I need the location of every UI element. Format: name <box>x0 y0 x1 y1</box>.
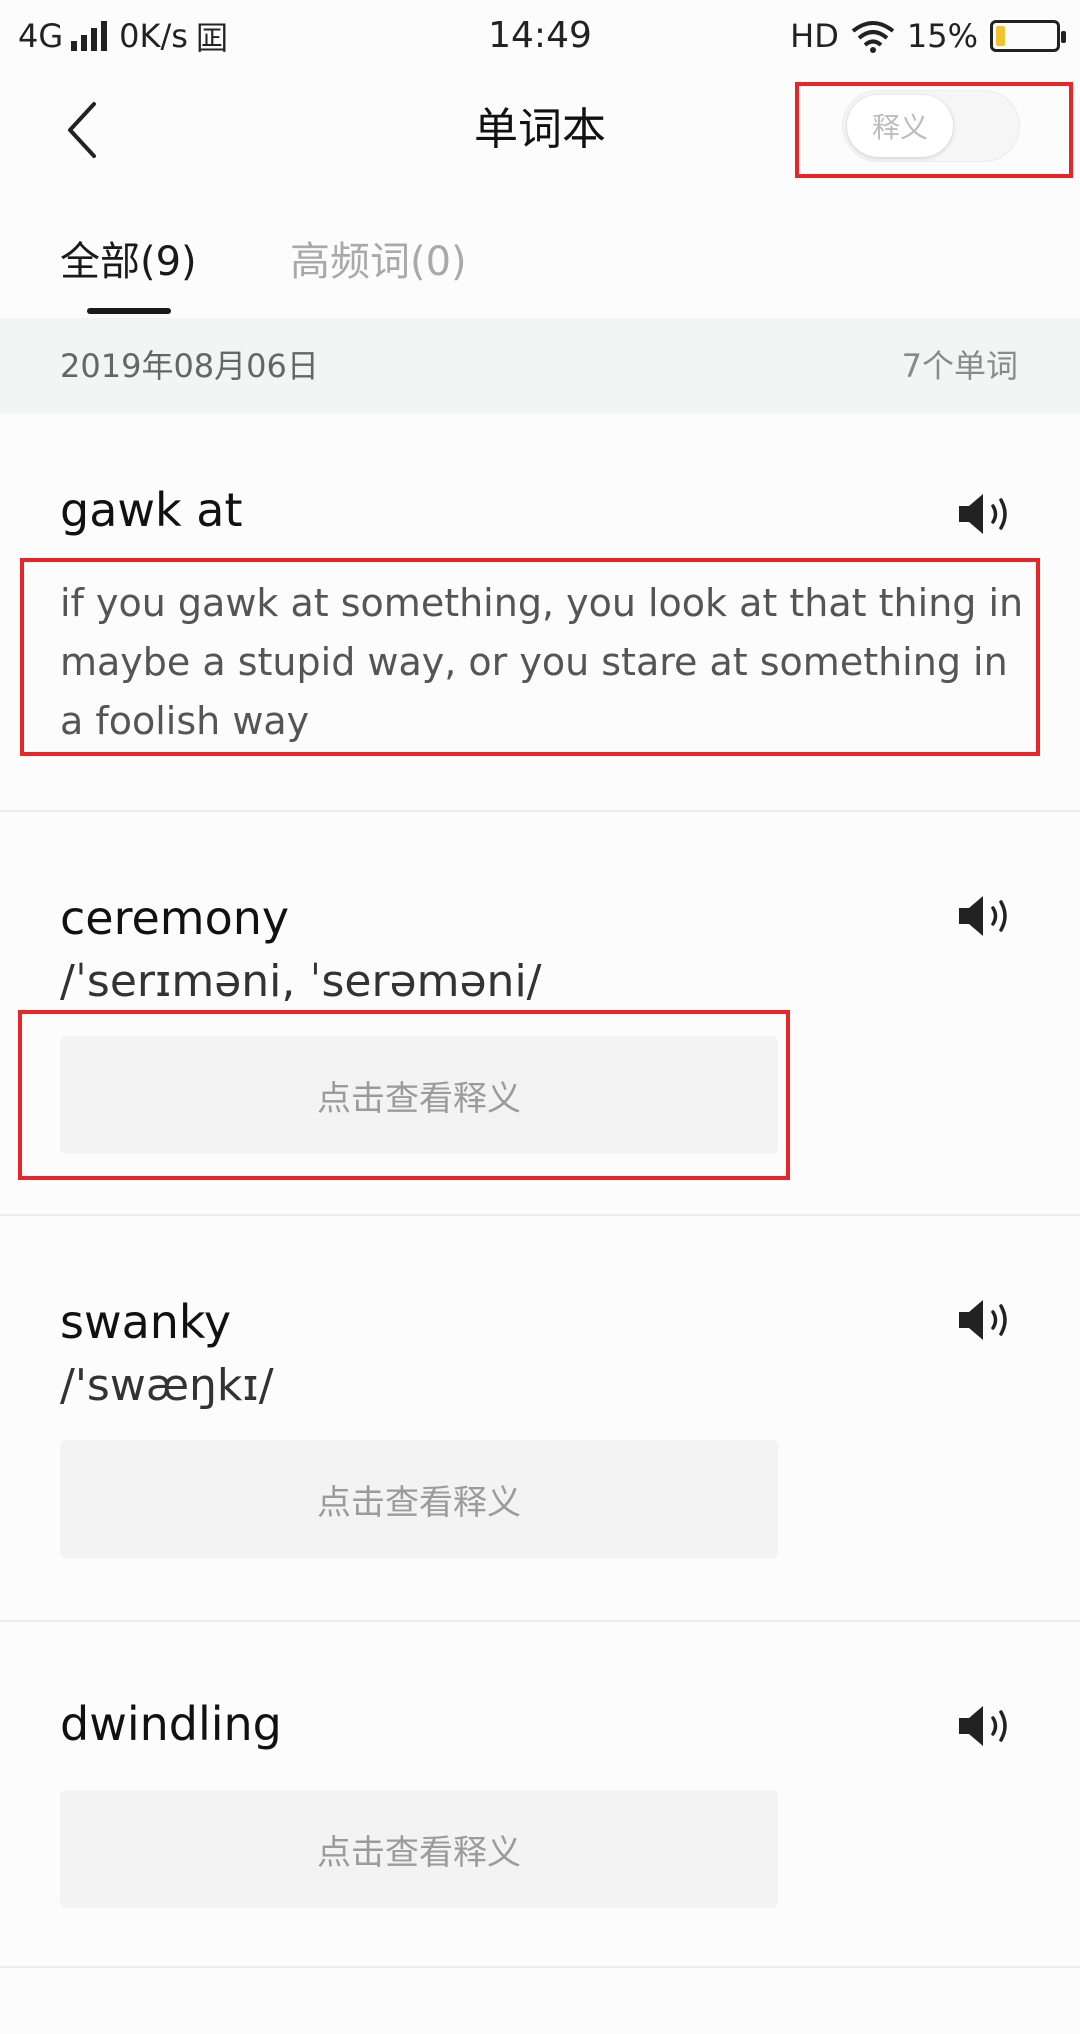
tab-bar: 全部(9) 高频词(0) <box>0 210 1080 318</box>
tab-high-frequency[interactable]: 高频词(0) <box>290 234 467 290</box>
group-date: 2019年08月06日 <box>60 347 319 385</box>
word-card[interactable]: swanky /'swæŋkɪ/ 点击查看释义 <box>0 1216 1080 1622</box>
battery-icon <box>990 20 1066 52</box>
word-text: gawk at <box>60 483 243 537</box>
word-definition: if you gawk at something, you look at th… <box>60 581 1024 743</box>
header-bar: 单词本 释义 <box>0 72 1080 190</box>
definition-toggle[interactable]: 释义 <box>842 90 1020 162</box>
show-definition-button[interactable]: 点击查看释义 <box>60 1036 778 1154</box>
hd-indicator: HD <box>790 17 839 55</box>
word-text: dwindling <box>60 1697 282 1751</box>
battery-percent: 15% <box>906 17 978 55</box>
active-tab-indicator <box>87 308 171 314</box>
word-phonetic: /'swæŋkɪ/ <box>60 1360 274 1411</box>
wifi-icon <box>851 21 895 53</box>
show-definition-button[interactable]: 点击查看释义 <box>60 1440 778 1558</box>
tab-all[interactable]: 全部(9) <box>60 234 197 290</box>
date-group-header: 2019年08月06日 7个单词 <box>0 318 1080 414</box>
toggle-knob: 释义 <box>847 95 953 157</box>
word-card[interactable]: ceremony /ˈserɪməni, ˈserəməni/ 点击查看释义 <box>0 812 1080 1216</box>
word-text: ceremony <box>60 891 290 945</box>
word-count: 7个单词 <box>901 347 1018 385</box>
word-card[interactable]: gawk at if you gawk at something, you lo… <box>0 414 1080 812</box>
show-definition-button[interactable]: 点击查看释义 <box>60 1790 778 1908</box>
word-phonetic: /ˈserɪməni, ˈserəməni/ <box>60 956 542 1007</box>
battery-level <box>996 26 1005 46</box>
speaker-icon[interactable] <box>955 1296 1015 1344</box>
status-right: HD 15% <box>790 14 1066 58</box>
speaker-icon[interactable] <box>955 490 1015 538</box>
status-bar: 4G 0K/s 囸 14:49 HD 15% <box>0 0 1080 72</box>
speaker-icon[interactable] <box>955 892 1015 940</box>
word-card[interactable]: dwindling 点击查看释义 <box>0 1622 1080 1968</box>
word-text: swanky <box>60 1295 232 1349</box>
vocabulary-book-screen: 4G 0K/s 囸 14:49 HD 15% 单词本 释义 全部(9) 高频词(… <box>0 0 1080 2034</box>
speaker-icon[interactable] <box>955 1702 1015 1750</box>
